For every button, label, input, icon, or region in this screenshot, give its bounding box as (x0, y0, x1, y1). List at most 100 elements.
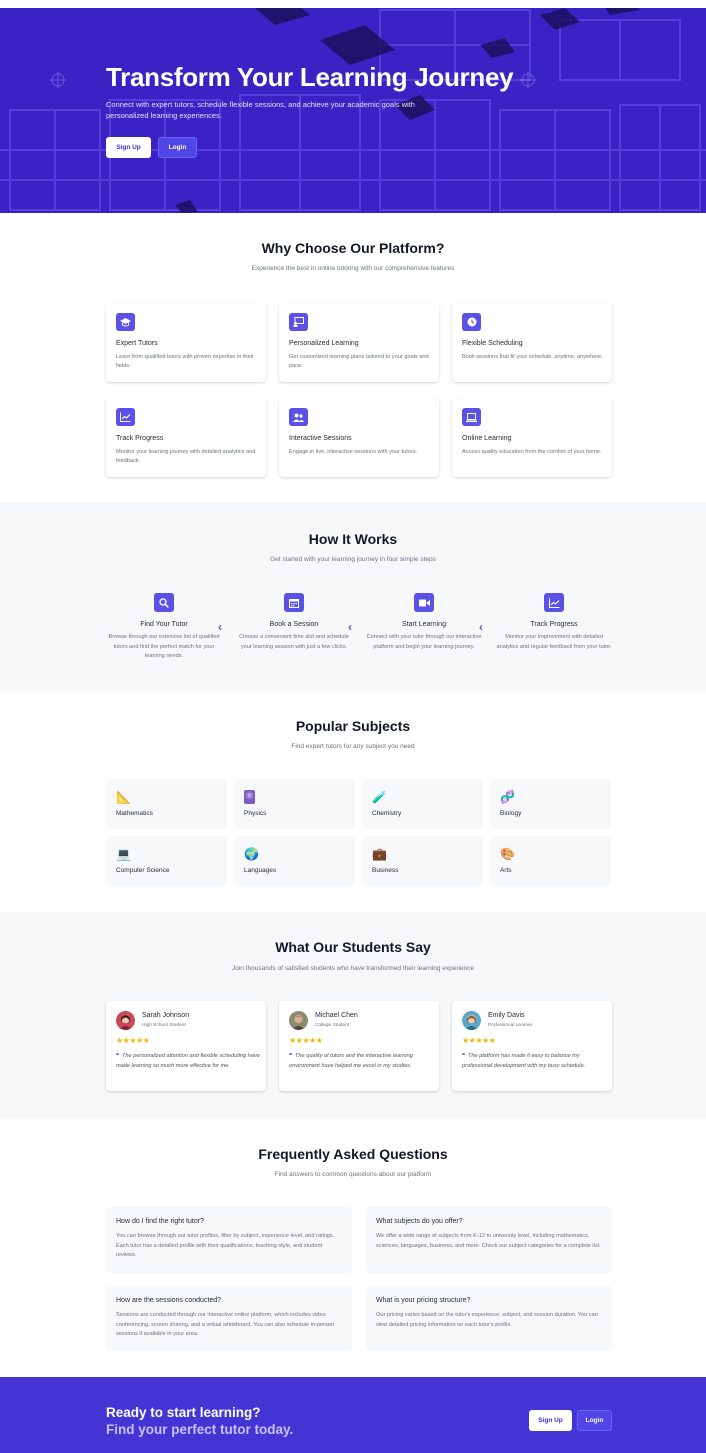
step-desc: Connect with your tutor through our inte… (366, 634, 482, 650)
subject-name: Computer Science (116, 867, 170, 874)
faq-answer: Our pricing varies based on the tutor's … (376, 1312, 598, 1328)
quote-text: The quality of tutors and the interactiv… (289, 1053, 413, 1069)
cta-login-button[interactable]: Login (577, 1410, 612, 1431)
cta-subheading: Find your perfect tutor today. (106, 1422, 294, 1437)
feature-card-track-progress: Track Progress Monitor your learning jou… (106, 398, 266, 477)
hero-section: Transform Your Learning Journey Connect … (0, 0, 706, 213)
subject-name: Languages (244, 867, 277, 874)
faq-item: How are the sessions conducted? Sessions… (106, 1286, 352, 1351)
subject-card-mathematics[interactable]: 📐 Mathematics (106, 779, 227, 829)
feature-desc: Engage in live, interactive sessions wit… (289, 449, 418, 455)
step-desc: Browse through our extensive list of qua… (108, 634, 220, 659)
step-title: Book a Session (269, 621, 319, 628)
feature-title: Track Progress (116, 435, 164, 442)
subject-card-arts[interactable]: 🎨 Arts (490, 836, 611, 886)
chart-line-icon (116, 408, 135, 426)
hero-title: Transform Your Learning Journey (106, 62, 514, 92)
feature-card-online-learning: Online Learning Access quality education… (452, 398, 612, 477)
cta-signup-button[interactable]: Sign Up (529, 1410, 572, 1431)
laptop-icon (462, 408, 481, 426)
atom-icon: ⚛ (244, 790, 255, 804)
student-name: Sarah Johnson (142, 1012, 190, 1019)
hero-subtitle: Connect with expert tutors, schedule fle… (106, 100, 415, 120)
testimonial-quote: ❝ The platform has made it easy to balanc… (462, 1052, 607, 1071)
step-find-tutor: Find Your Tutor Browse through our exten… (104, 593, 224, 662)
quote-text: The personalized attention and flexible … (116, 1053, 260, 1069)
student-role: College Student (315, 1023, 350, 1028)
testimonials-section-subtitle: Join thousands of satisfied students who… (231, 965, 475, 972)
feature-title: Interactive Sessions (289, 435, 352, 442)
how-section-title: How It Works (308, 531, 398, 547)
student-name: Michael Chen (315, 1012, 358, 1019)
star-rating: ★★★★★ (289, 1036, 323, 1045)
quote-icon: ❝ (462, 1053, 466, 1059)
cta-heading: Ready to start learning? (106, 1405, 261, 1420)
subject-card-physics[interactable]: ⚛ Physics (234, 779, 355, 829)
feature-card-flexible-scheduling: Flexible Scheduling Book sessions that f… (452, 303, 612, 382)
globe-icon: 🌍 (244, 847, 259, 861)
feature-card-expert-tutors: Expert Tutors Learn from qualified tutor… (106, 303, 266, 382)
step-title: Track Progress (530, 621, 578, 628)
subject-card-chemistry[interactable]: 🧪 Chemistry (362, 779, 483, 829)
faq-answer: We offer a wide range of subjects from K… (376, 1233, 601, 1249)
hero-signup-button[interactable]: Sign Up (106, 137, 151, 158)
faq-question: How are the sessions conducted? (116, 1297, 222, 1304)
testimonial-quote: ❝ The personalized attention and flexible… (116, 1052, 261, 1071)
feature-desc: Get customized learning plans tailored t… (289, 354, 429, 369)
users-icon (289, 408, 308, 426)
faq-section-title: Frequently Asked Questions (258, 1146, 448, 1162)
palette-icon: 🎨 (500, 847, 515, 861)
faq-item: What subjects do you offer? We offer a w… (366, 1207, 612, 1273)
browser-edge (0, 0, 706, 8)
subjects-section-subtitle: Find expert tutors for any subject you n… (291, 743, 415, 750)
quote-text: The platform has made it easy to balance… (462, 1053, 586, 1069)
why-section-subtitle: Experience the best in online tutoring w… (251, 265, 455, 272)
subjects-section-title: Popular Subjects (295, 718, 411, 734)
briefcase-icon: 💼 (372, 847, 387, 861)
faq-answer: Sessions are conducted through our inter… (116, 1312, 334, 1337)
step-title: Start Learning (402, 621, 446, 628)
testimonial-quote: ❝ The quality of tutors and the interacti… (289, 1052, 434, 1071)
step-book-session: Book a Session Choose a convenient time … (234, 593, 354, 652)
subject-card-business[interactable]: 💼 Business (362, 836, 483, 886)
subject-name: Mathematics (116, 810, 153, 817)
calendar-icon (284, 593, 304, 612)
how-section-subtitle: Get started with your learning journey i… (270, 556, 436, 563)
search-icon (154, 593, 174, 612)
clock-icon (462, 313, 481, 331)
testimonial-card: Emily Davis Professional Learner ★★★★★ ❝… (452, 1001, 612, 1091)
chevron-left-icon: ‹ (348, 620, 352, 634)
student-role: Professional Learner (488, 1023, 533, 1028)
subject-card-biology[interactable]: 🧬 Biology (490, 779, 611, 829)
subject-card-computer-science[interactable]: 💻 Computer Science (106, 836, 227, 886)
chalkboard-user-icon (289, 313, 308, 331)
hero-login-button[interactable]: Login (158, 137, 197, 158)
avatar (462, 1011, 481, 1030)
faq-answer: You can browse through our tutor profile… (116, 1233, 335, 1258)
quote-icon: ❝ (289, 1053, 293, 1059)
subject-name: Arts (500, 867, 512, 874)
student-name: Emily Davis (488, 1012, 525, 1019)
why-section-title: Why Choose Our Platform? (261, 240, 445, 256)
subject-name: Biology (500, 810, 522, 817)
chart-line-icon (544, 593, 564, 612)
feature-desc: Access quality education from the comfor… (462, 449, 602, 455)
feature-card-personalized-learning: Personalized Learning Get customized lea… (279, 303, 439, 382)
feature-title: Personalized Learning (289, 340, 359, 347)
quote-icon: ❝ (116, 1053, 120, 1059)
testimonial-card: Sarah Johnson High School Student ★★★★★ … (106, 1001, 266, 1091)
chevron-left-icon: ‹ (479, 620, 483, 634)
student-role: High School Student (142, 1023, 186, 1028)
graduation-cap-icon (116, 313, 135, 331)
subject-card-languages[interactable]: 🌍 Languages (234, 836, 355, 886)
faq-item: How do I find the right tutor? You can b… (106, 1207, 352, 1273)
subject-name: Chemistry (372, 810, 402, 817)
star-rating: ★★★★★ (116, 1036, 150, 1045)
testimonials-section-title: What Our Students Say (275, 939, 431, 955)
step-desc: Monitor your improvement with detailed a… (496, 634, 612, 650)
subject-name: Physics (244, 810, 267, 817)
avatar (289, 1011, 308, 1030)
feature-desc: Monitor your learning journey with detai… (116, 449, 256, 464)
subject-name: Business (372, 867, 399, 874)
dna-icon: 🧬 (500, 790, 515, 804)
